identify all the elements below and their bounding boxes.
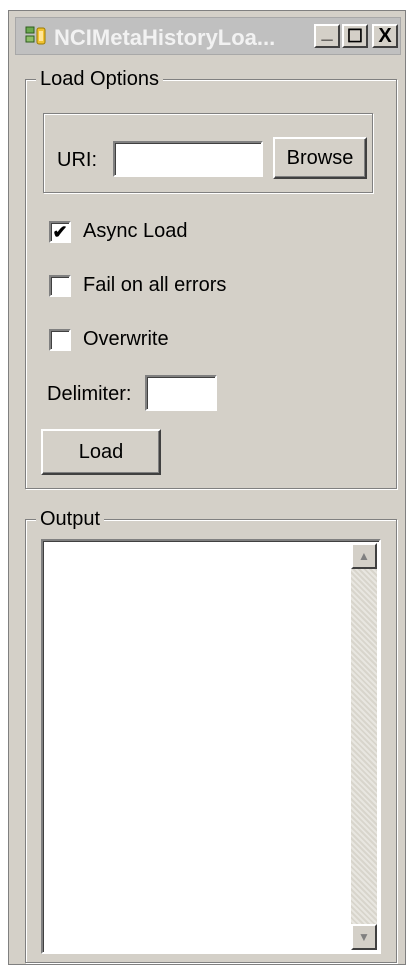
uri-input[interactable] [113, 141, 263, 177]
scroll-down-button[interactable]: ▼ [351, 924, 377, 950]
overwrite-checkbox[interactable] [49, 329, 71, 351]
scroll-up-button[interactable]: ▲ [351, 543, 377, 569]
fail-on-all-errors-label[interactable]: Fail on all errors [83, 274, 226, 297]
fail-on-all-errors-checkbox[interactable] [49, 275, 71, 297]
load-options-legend: Load Options [36, 68, 163, 91]
delimiter-label: Delimiter: [47, 383, 132, 405]
app-icon [24, 24, 50, 48]
output-legend: Output [36, 508, 105, 531]
uri-label: URI: [57, 149, 97, 171]
app-window: NCIMetaHistoryLoa... _ ☐ X Load Options … [8, 10, 406, 965]
load-button-label: Load [78, 440, 124, 463]
minimize-button[interactable]: _ [314, 21, 340, 48]
output-scrollbar[interactable]: ▲ ▼ [351, 543, 377, 950]
maximize-icon: ☐ [346, 26, 364, 46]
close-button[interactable]: X [372, 24, 398, 48]
async-load-label[interactable]: Async Load [83, 220, 188, 243]
maximize-button[interactable]: ☐ [342, 24, 368, 48]
scroll-up-arrow-icon: ▲ [358, 549, 370, 563]
minimize-icon: _ [321, 21, 333, 43]
window-title: NCIMetaHistoryLoa... [54, 25, 276, 50]
overwrite-label[interactable]: Overwrite [83, 328, 169, 351]
close-icon: X [378, 25, 392, 47]
async-load-checkbox[interactable]: ✔ [49, 221, 71, 243]
scroll-down-arrow-icon: ▼ [358, 930, 370, 944]
title-bar[interactable]: NCIMetaHistoryLoa... _ ☐ X [15, 17, 401, 55]
delimiter-input[interactable] [145, 375, 217, 411]
checkmark-icon: ✔ [52, 222, 68, 242]
output-textarea[interactable]: ▲ ▼ [41, 539, 381, 954]
browse-button-label: Browse [286, 146, 354, 169]
load-button[interactable]: Load [41, 429, 161, 475]
browse-button[interactable]: Browse [273, 137, 367, 179]
